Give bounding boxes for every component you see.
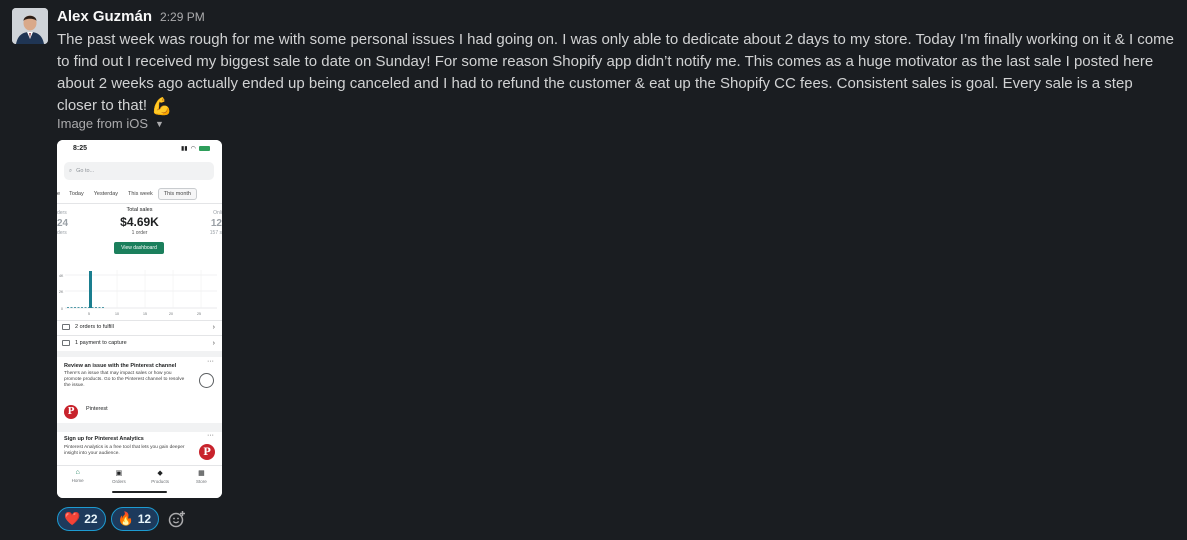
phone-search-placeholder: Go to... [76,168,95,174]
partial-value: 12 [210,218,222,229]
card-body: There's an issue that may impact sales o… [64,371,185,388]
partial-label: ders [57,210,67,216]
card-icon [62,340,70,346]
view-dashboard-button: View dashboard [114,242,164,254]
phone-divider [57,203,222,204]
sales-chart: 4K 2K 0 5 10 15 20 25 [59,270,217,316]
card-title: Review an issue with the Pinterest chann… [64,363,177,369]
partial-label: Onli [213,210,222,216]
author-avatar[interactable] [12,8,48,44]
pinterest-issue-card: Review an issue with the Pinterest chann… [57,357,222,423]
message-timestamp[interactable]: 2:29 PM [160,10,205,24]
tag-icon: ◆ [157,470,163,477]
card-title: Sign up for Pinterest Analytics [64,436,144,442]
add-emoji-icon [168,511,186,528]
phone-right-partial-stat: Onli 12 157 s [210,209,222,238]
y-tick: 0 [61,307,63,311]
search-icon: ⌕ [69,167,73,174]
message-text: The past week was rough for me with some… [57,29,1175,117]
phone-tab-active: This month [157,187,197,200]
chart-bar-peak [89,271,92,308]
phone-date-tabs: e Today Yesterday This week This month [57,187,222,200]
phone-left-partial-stat: ders 24 ders [57,209,68,238]
payment-to-capture-row: 1 payment to capture › [62,336,215,350]
nav-home: ⌂ Home [63,469,93,498]
x-tick: 20 [169,312,173,316]
nav-label: Store [195,479,207,484]
phone-tab: Today [69,190,84,197]
signal-icon: ▮▮ [181,146,188,152]
more-options-icon: ··· [207,432,214,439]
home-indicator [112,491,167,493]
phone-status-time: 8:25 [73,145,88,152]
partial-sub: ders [57,230,67,236]
row-label: 2 orders to fulfill [75,324,114,330]
x-tick: 15 [143,312,147,316]
phone-bottom-nav: ⌂ Home ▣ Orders ◆ Products ▦ Store [57,465,222,498]
image-attachment-label[interactable]: Image from iOS ▼ [57,116,164,131]
x-tick: 10 [115,312,119,316]
chevron-right-icon: › [212,339,215,347]
partial-sub: 157 s [209,230,222,236]
red-heart-emoji: ❤️ [64,511,81,526]
phone-search-bar: ⌕ Go to... [64,162,214,180]
reaction-fire[interactable]: 🔥 12 [110,507,160,531]
chevron-right-icon: › [212,323,215,331]
card-body: Pinterest Analytics is a free tool that … [64,445,185,456]
caret-down-icon: ▼ [155,118,164,129]
nav-store: ▦ Store [186,469,216,498]
nav-products: ◆ Products [145,469,175,498]
phone-tab: e [57,190,61,197]
phone-section-gap [57,423,222,432]
home-icon: ⌂ [75,469,80,476]
y-tick: 2K [59,290,64,294]
channel-name: Pinterest [86,406,108,412]
inbox-icon [62,324,70,330]
total-sales-value: $4.69K [120,215,159,229]
wifi-icon: ◠ [190,146,196,152]
orders-count: 1 order [131,230,148,236]
message-body: The past week was rough for me with some… [57,31,1174,114]
message-header: Alex Guzmán 2:29 PM [57,8,205,28]
pinterest-channel-row: P Pinterest [64,405,108,419]
fire-emoji: 🔥 [117,511,134,526]
phone-tab: Yesterday [93,190,119,197]
reaction-heart[interactable]: ❤️ 22 [57,507,106,531]
reactions-bar: ❤️ 22 🔥 12 [57,507,190,531]
partial-value: 24 [57,218,69,229]
pinterest-logo-icon: P [199,444,215,460]
total-sales-label: Total sales [126,207,153,213]
reaction-count: 22 [84,512,98,526]
y-tick: 4K [59,274,64,278]
phone-tab: This week [128,190,153,197]
image-label-text: Image from iOS [57,116,149,131]
battery-icon [198,146,210,151]
nav-label: Home [71,478,84,483]
inbox-icon: ▣ [115,470,123,477]
pinterest-logo-icon: P [64,405,78,419]
flexed-biceps-emoji: 💪 [151,97,173,116]
image-attachment[interactable]: 8:25 ▮▮ ◠ ⌕ Go to... e Today Yesterday T… [57,140,222,498]
nav-label: Products [151,479,169,484]
x-tick: 25 [197,312,201,316]
store-icon: ▦ [198,470,205,477]
add-reaction-button[interactable] [164,507,190,531]
pinterest-analytics-card: Sign up for Pinterest Analytics ··· Pint… [57,432,222,465]
clock-icon [199,373,214,388]
avatar-photo [12,8,48,44]
nav-orders: ▣ Orders [104,469,134,498]
phone-status-icons: ▮▮ ◠ [181,145,210,152]
reaction-count: 12 [137,512,152,526]
author-name[interactable]: Alex Guzmán [57,8,152,25]
orders-to-fulfill-row: 2 orders to fulfill › [62,320,215,334]
more-options-icon: ··· [207,358,214,365]
row-label: 1 payment to capture [75,340,127,346]
nav-label: Orders [111,479,126,484]
x-tick: 5 [88,312,90,316]
